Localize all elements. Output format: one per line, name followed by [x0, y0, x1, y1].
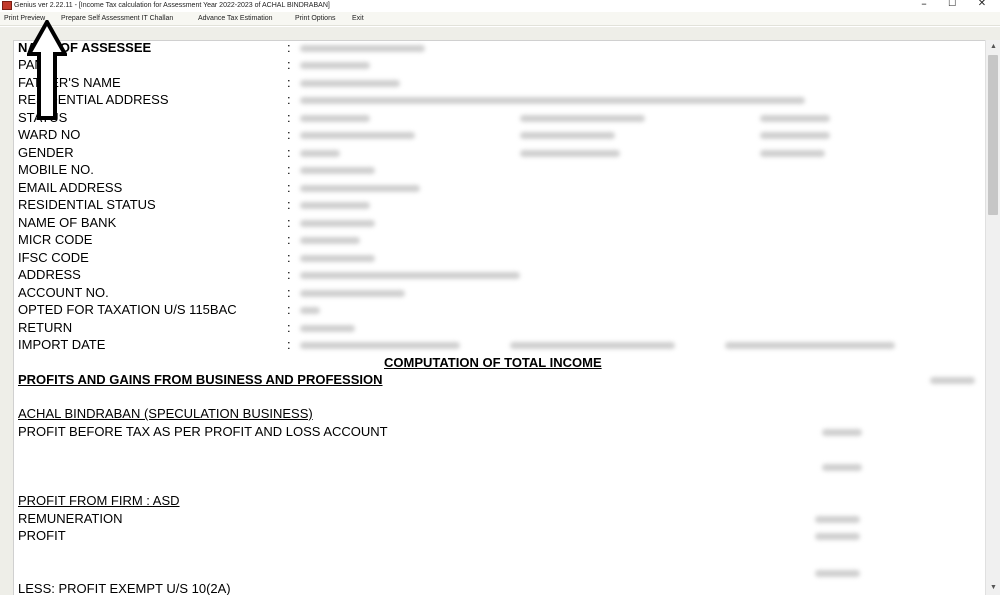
redacted-value	[300, 115, 370, 122]
menu-bar: Print Preview Prepare Self Assessment IT…	[0, 12, 1000, 26]
redacted-amount	[822, 464, 862, 471]
speculation-business-heading: ACHAL BINDRABAN (SPECULATION BUSINESS)	[18, 406, 313, 421]
redacted-value	[520, 132, 615, 139]
redacted-amount	[822, 429, 862, 436]
close-button[interactable]: ✕	[970, 0, 994, 11]
redacted-value	[300, 45, 425, 52]
label-account-no: ACCOUNT NO.	[18, 285, 109, 300]
colon: :	[287, 302, 291, 317]
redacted-value	[300, 150, 340, 157]
label-return: RETURN	[18, 320, 73, 335]
redacted-value	[760, 115, 830, 122]
colon: :	[287, 75, 291, 90]
label-email-address: EMAIL ADDRESS	[18, 180, 123, 195]
redacted-value	[520, 150, 620, 157]
colon: :	[287, 215, 291, 230]
minimize-button[interactable]: –	[912, 0, 936, 11]
business-profession-heading: PROFITS AND GAINS FROM BUSINESS AND PROF…	[18, 372, 383, 387]
colon: :	[287, 110, 291, 125]
computation-heading: COMPUTATION OF TOTAL INCOME	[384, 355, 602, 370]
redacted-value	[300, 307, 320, 314]
scroll-up-icon[interactable]: ▲	[986, 40, 1000, 54]
remuneration-label: REMUNERATION	[18, 511, 123, 526]
menu-advance-tax-estimation[interactable]: Advance Tax Estimation	[198, 14, 273, 24]
redacted-value	[300, 237, 360, 244]
colon: :	[287, 267, 291, 282]
redacted-value	[300, 167, 375, 174]
redacted-value	[300, 132, 415, 139]
maximize-button[interactable]: ☐	[940, 0, 964, 11]
redacted-amount	[930, 377, 975, 384]
scroll-down-icon[interactable]: ▼	[986, 581, 1000, 595]
colon: :	[287, 180, 291, 195]
label-import-date: IMPORT DATE	[18, 337, 106, 352]
label-mobile-no: MOBILE NO.	[18, 162, 94, 177]
redacted-value	[300, 97, 805, 104]
menu-exit[interactable]: Exit	[352, 14, 364, 24]
label-micr-code: MICR CODE	[18, 232, 93, 247]
redacted-value	[300, 290, 405, 297]
colon: :	[287, 162, 291, 177]
colon: :	[287, 232, 291, 247]
redacted-value	[725, 342, 895, 349]
colon: :	[287, 197, 291, 212]
redacted-value	[300, 185, 420, 192]
label-residential-status: RESIDENTIAL STATUS	[18, 197, 156, 212]
menu-self-assessment-challan[interactable]: Prepare Self Assessment IT Challan	[61, 14, 173, 24]
colon: :	[287, 320, 291, 335]
redacted-value	[510, 342, 675, 349]
less-profit-exempt-label: LESS: PROFIT EXEMPT U/S 10(2A)	[18, 581, 231, 595]
redacted-value	[300, 272, 520, 279]
redacted-value	[300, 80, 400, 87]
colon: :	[287, 57, 291, 72]
colon: :	[287, 127, 291, 142]
profit-before-tax-label: PROFIT BEFORE TAX AS PER PROFIT AND LOSS…	[18, 424, 388, 439]
redacted-value	[300, 220, 375, 227]
redacted-value	[300, 202, 370, 209]
menu-print-options[interactable]: Print Options	[295, 14, 335, 24]
label-name-of-bank: NAME OF BANK	[18, 215, 117, 230]
label-gender: GENDER	[18, 145, 74, 160]
redacted-value	[760, 150, 825, 157]
colon: :	[287, 337, 291, 352]
label-ifsc-code: IFSC CODE	[18, 250, 89, 265]
redacted-value	[300, 342, 460, 349]
redacted-value	[520, 115, 645, 122]
redacted-amount	[815, 516, 860, 523]
colon: :	[287, 92, 291, 107]
label-address: ADDRESS	[18, 267, 81, 282]
label-opted-115bac: OPTED FOR TAXATION U/S 115BAC	[18, 302, 237, 317]
title-bar: Genius ver 2.22.11 - [Income Tax calcula…	[0, 0, 1000, 12]
up-arrow-icon	[27, 20, 67, 120]
scrollbar-thumb[interactable]	[988, 55, 998, 215]
redacted-value	[760, 132, 830, 139]
window-title: Genius ver 2.22.11 - [Income Tax calcula…	[14, 2, 330, 9]
redacted-amount	[815, 533, 860, 540]
label-ward-no: WARD NO	[18, 127, 81, 142]
vertical-scrollbar[interactable]: ▲ ▼	[985, 40, 1000, 595]
colon: :	[287, 145, 291, 160]
redacted-value	[300, 325, 355, 332]
redacted-amount	[815, 570, 860, 577]
colon: :	[287, 40, 291, 55]
profit-label: PROFIT	[18, 528, 66, 543]
app-icon	[2, 1, 12, 10]
colon: :	[287, 250, 291, 265]
redacted-value	[300, 255, 375, 262]
colon: :	[287, 285, 291, 300]
firm-profit-heading: PROFIT FROM FIRM : ASD	[18, 493, 180, 508]
redacted-value	[300, 62, 370, 69]
